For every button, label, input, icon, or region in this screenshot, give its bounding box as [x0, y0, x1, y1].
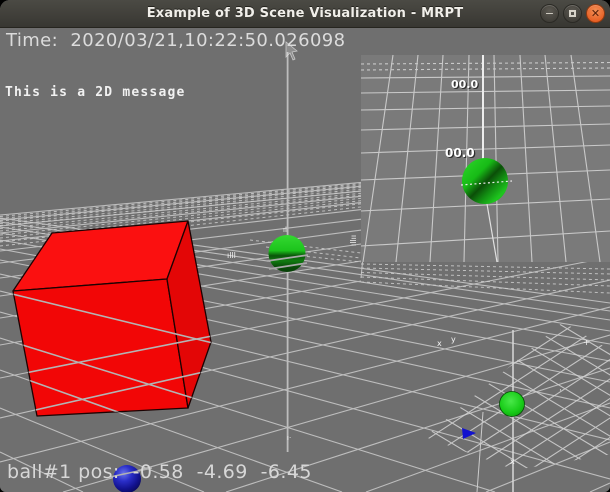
- mark-axis-bottom: ı·: [287, 434, 291, 442]
- time-label: Time: 2020/03/21,10:22:50.026098: [6, 30, 346, 51]
- ball-position-status: ball#1 pos: -0.58 -4.69 -6.45: [7, 461, 312, 483]
- vp3-mark-right: +: [583, 338, 590, 347]
- vp3-axis-y-label: y: [451, 335, 456, 344]
- vp2-label-far: 00.0: [451, 78, 478, 91]
- vp3-axis-x-label: x: [437, 339, 442, 348]
- app-window: Example of 3D Scene Visualization - MRPT…: [0, 0, 610, 492]
- mark-axis-strip: ıllıı: [349, 235, 358, 246]
- mark-near-cube: ılll: [227, 251, 236, 260]
- message-2d: This is a 2D message: [5, 85, 186, 100]
- scene-canvas[interactable]: 00.0 00.0 00.0 00.0: [0, 0, 610, 492]
- mark-above-sphere: ıl: [283, 226, 287, 234]
- main-3d-viewport[interactable]: 00.0 00.0 00.0 00.0: [0, 28, 610, 492]
- vp3-mark-dot: ·: [559, 386, 562, 396]
- green-sphere-top-right[interactable]: [462, 158, 508, 204]
- blue-arrow[interactable]: [462, 428, 476, 439]
- vp2-label-near: 00.0: [445, 146, 475, 160]
- green-sphere-bottom-right[interactable]: [500, 392, 525, 417]
- vp3-mark-bottom: x: [510, 457, 515, 466]
- viewport-top-right[interactable]: 00.0 00.0 00.0 00.0: [361, 55, 610, 262]
